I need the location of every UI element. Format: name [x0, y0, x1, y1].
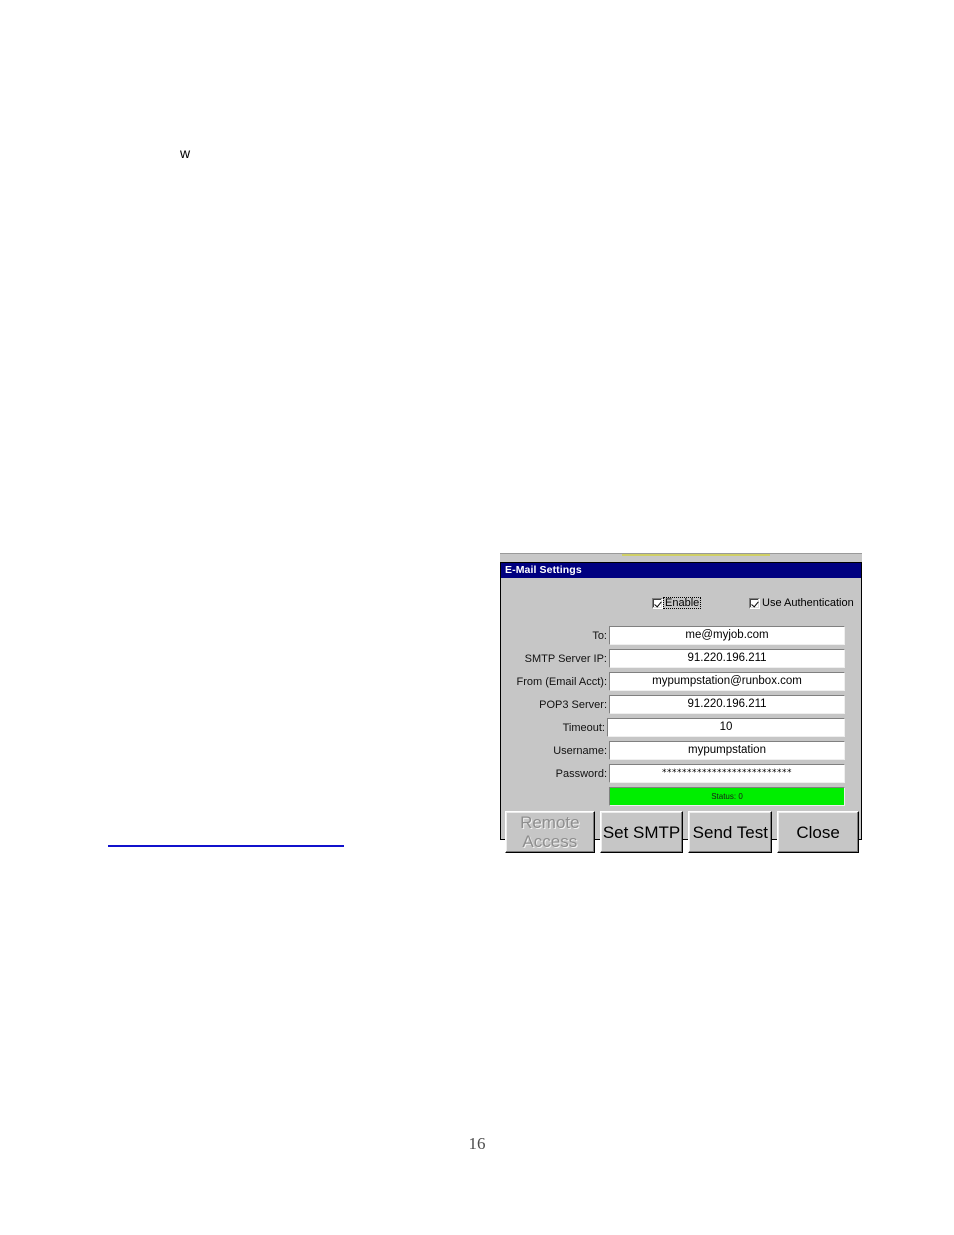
- field-row-from: From (Email Acct): mypumpstation@runbox.…: [501, 672, 861, 693]
- page-number: 16: [468, 1134, 486, 1153]
- close-button-label: Close: [796, 822, 840, 842]
- label-to: To:: [592, 630, 607, 642]
- label-smtp-server-ip: SMTP Server IP:: [524, 653, 607, 665]
- field-row-username: Username: mypumpstation: [501, 741, 861, 762]
- checkmark-icon[interactable]: [749, 597, 760, 609]
- dialog-titlebar: E-Mail Settings: [501, 563, 861, 578]
- label-username: Username:: [553, 745, 607, 757]
- checkbox-enable[interactable]: Enable: [652, 596, 702, 610]
- checkbox-use-authentication[interactable]: Use Authentication: [749, 596, 856, 610]
- label-password: Password:: [555, 768, 607, 780]
- background-window-sliver: [500, 553, 862, 562]
- checkbox-use-authentication-label: Use Authentication: [762, 597, 854, 609]
- pop3-server-input[interactable]: 91.220.196.211: [609, 695, 845, 714]
- status-badge: Status: 0: [609, 787, 845, 806]
- remote-access-button[interactable]: Remote Access: [505, 811, 595, 853]
- to-input[interactable]: me@myjob.com: [609, 626, 845, 645]
- field-row-to: To: me@myjob.com: [501, 626, 861, 647]
- set-smtp-button-label: Set SMTP: [602, 822, 681, 842]
- from-input[interactable]: mypumpstation@runbox.com: [609, 672, 845, 691]
- checkbox-enable-label: Enable: [663, 597, 702, 609]
- checkbox-row: Enable Use Authentication: [501, 596, 861, 612]
- document-stray-letter: w: [180, 145, 191, 161]
- label-from: From (Email Acct):: [516, 676, 607, 688]
- settings-form: To: me@myjob.com SMTP Server IP: 91.220.…: [501, 626, 861, 787]
- password-mask: **************************: [662, 768, 792, 778]
- dialog-button-row: Remote Access Set SMTP Send Test Close: [505, 811, 859, 853]
- username-input[interactable]: mypumpstation: [609, 741, 845, 760]
- email-settings-dialog: E-Mail Settings Enable Use Authenticatio…: [500, 562, 862, 853]
- smtp-server-ip-input[interactable]: 91.220.196.211: [609, 649, 845, 668]
- field-row-password: Password: **************************: [501, 764, 861, 785]
- send-test-button-label: Send Test: [692, 822, 768, 842]
- hyperlink-underline-rule: [108, 845, 344, 847]
- close-button[interactable]: Close: [777, 811, 859, 853]
- set-smtp-button[interactable]: Set SMTP: [599, 811, 684, 853]
- background-window-highlight: [622, 554, 770, 556]
- field-row-timeout: Timeout: 10: [501, 718, 861, 739]
- label-pop3-server: POP3 Server:: [539, 699, 607, 711]
- timeout-input[interactable]: 10: [607, 718, 845, 737]
- remote-access-button-label-line1: Remote: [520, 813, 580, 832]
- remote-access-button-label-line2: Access: [522, 832, 578, 851]
- password-input[interactable]: **************************: [609, 764, 845, 783]
- field-row-smtp-server-ip: SMTP Server IP: 91.220.196.211: [501, 649, 861, 670]
- checkmark-icon[interactable]: [652, 597, 663, 609]
- send-test-button[interactable]: Send Test: [688, 811, 773, 853]
- label-timeout: Timeout:: [562, 722, 605, 734]
- field-row-pop3-server: POP3 Server: 91.220.196.211: [501, 695, 861, 716]
